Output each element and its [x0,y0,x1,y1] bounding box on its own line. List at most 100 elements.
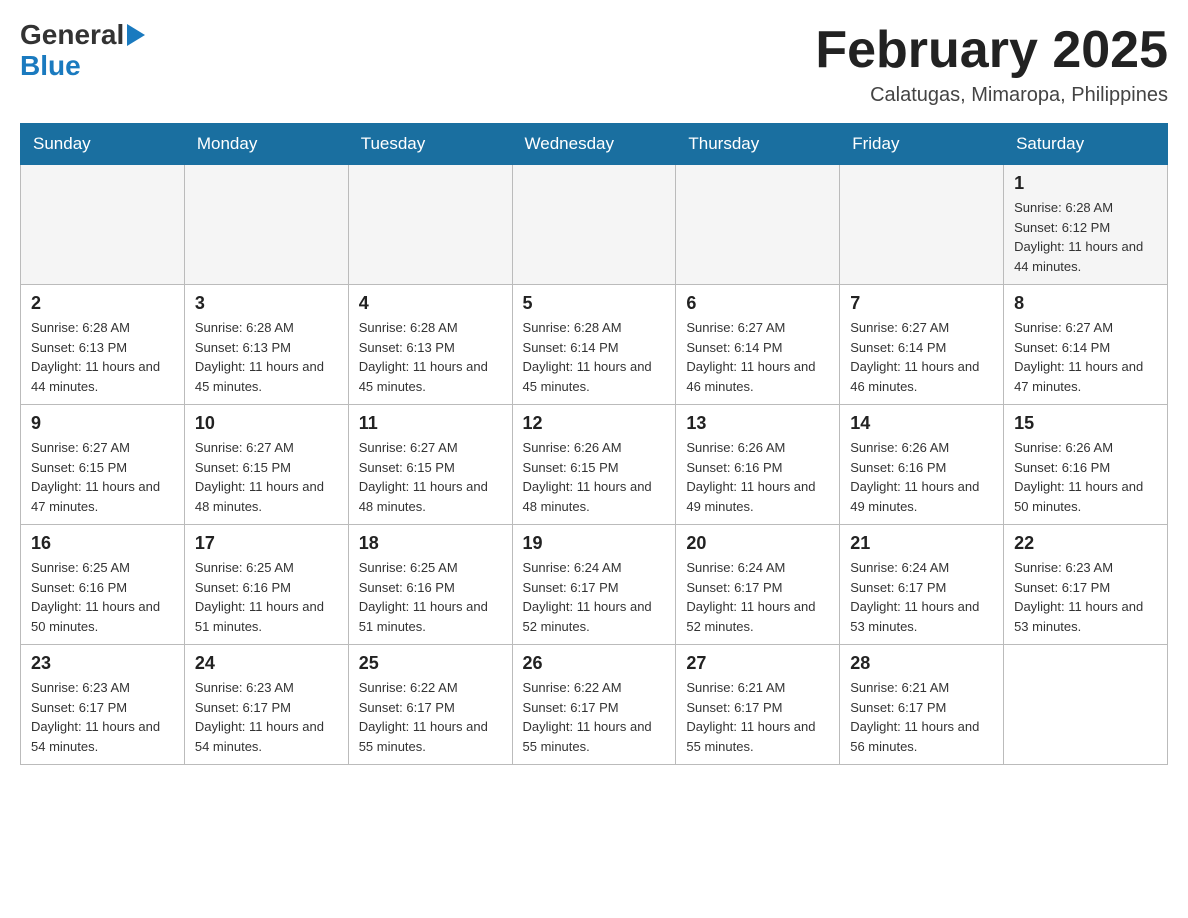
day-info: Sunrise: 6:27 AM Sunset: 6:14 PM Dayligh… [1014,318,1157,396]
table-row [1004,645,1168,765]
page-header: General Blue February 2025 Calatugas, Mi… [20,20,1168,107]
day-info: Sunrise: 6:25 AM Sunset: 6:16 PM Dayligh… [359,558,502,636]
day-info: Sunrise: 6:26 AM Sunset: 6:16 PM Dayligh… [850,438,993,516]
day-number: 24 [195,653,338,674]
day-info: Sunrise: 6:24 AM Sunset: 6:17 PM Dayligh… [523,558,666,636]
day-info: Sunrise: 6:25 AM Sunset: 6:16 PM Dayligh… [31,558,174,636]
calendar-week-row: 23 Sunrise: 6:23 AM Sunset: 6:17 PM Dayli… [21,645,1168,765]
day-number: 11 [359,413,502,434]
day-number: 15 [1014,413,1157,434]
logo: General Blue [20,20,145,82]
table-row: 21 Sunrise: 6:24 AM Sunset: 6:17 PM Dayli… [840,525,1004,645]
day-info: Sunrise: 6:23 AM Sunset: 6:17 PM Dayligh… [31,678,174,756]
day-number: 19 [523,533,666,554]
logo-blue-text: Blue [20,51,145,82]
day-info: Sunrise: 6:24 AM Sunset: 6:17 PM Dayligh… [686,558,829,636]
day-number: 20 [686,533,829,554]
calendar-week-row: 9Sunrise: 6:27 AM Sunset: 6:15 PM Daylig… [21,405,1168,525]
table-row [512,165,676,285]
table-row: 4Sunrise: 6:28 AM Sunset: 6:13 PM Daylig… [348,285,512,405]
day-info: Sunrise: 6:26 AM Sunset: 6:16 PM Dayligh… [686,438,829,516]
day-number: 12 [523,413,666,434]
day-info: Sunrise: 6:22 AM Sunset: 6:17 PM Dayligh… [523,678,666,756]
table-row: 6 Sunrise: 6:27 AM Sunset: 6:14 PM Daylig… [676,285,840,405]
day-info: Sunrise: 6:27 AM Sunset: 6:15 PM Dayligh… [195,438,338,516]
table-row: 28 Sunrise: 6:21 AM Sunset: 6:17 PM Dayli… [840,645,1004,765]
header-tuesday: Tuesday [348,124,512,165]
day-info: Sunrise: 6:28 AM Sunset: 6:13 PM Dayligh… [31,318,174,396]
table-row: 1Sunrise: 6:28 AM Sunset: 6:12 PM Daylig… [1004,165,1168,285]
day-info: Sunrise: 6:26 AM Sunset: 6:16 PM Dayligh… [1014,438,1157,516]
day-number: 17 [195,533,338,554]
table-row: 14 Sunrise: 6:26 AM Sunset: 6:16 PM Dayli… [840,405,1004,525]
calendar-table: Sunday Monday Tuesday Wednesday Thursday… [20,123,1168,765]
table-row: 8 Sunrise: 6:27 AM Sunset: 6:14 PM Daylig… [1004,285,1168,405]
calendar-week-row: 16 Sunrise: 6:25 AM Sunset: 6:16 PM Dayli… [21,525,1168,645]
day-number: 7 [850,293,993,314]
day-number: 1 [1014,173,1157,194]
day-number: 8 [1014,293,1157,314]
header-saturday: Saturday [1004,124,1168,165]
day-info: Sunrise: 6:27 AM Sunset: 6:14 PM Dayligh… [686,318,829,396]
table-row [840,165,1004,285]
table-row: 16 Sunrise: 6:25 AM Sunset: 6:16 PM Dayli… [21,525,185,645]
header-sunday: Sunday [21,124,185,165]
table-row: 20 Sunrise: 6:24 AM Sunset: 6:17 PM Dayli… [676,525,840,645]
day-info: Sunrise: 6:23 AM Sunset: 6:17 PM Dayligh… [195,678,338,756]
calendar-week-row: 2 Sunrise: 6:28 AM Sunset: 6:13 PM Daylig… [21,285,1168,405]
day-info: Sunrise: 6:21 AM Sunset: 6:17 PM Dayligh… [850,678,993,756]
day-info: Sunrise: 6:24 AM Sunset: 6:17 PM Dayligh… [850,558,993,636]
table-row: 25 Sunrise: 6:22 AM Sunset: 6:17 PM Dayli… [348,645,512,765]
month-title: February 2025 [815,20,1168,80]
logo-arrow-icon [127,24,145,46]
table-row: 10 Sunrise: 6:27 AM Sunset: 6:15 PM Dayli… [184,405,348,525]
day-info: Sunrise: 6:28 AM Sunset: 6:13 PM Dayligh… [195,318,338,396]
table-row: 17 Sunrise: 6:25 AM Sunset: 6:16 PM Dayli… [184,525,348,645]
table-row: 12Sunrise: 6:26 AM Sunset: 6:15 PM Dayli… [512,405,676,525]
day-number: 3 [195,293,338,314]
table-row: 18 Sunrise: 6:25 AM Sunset: 6:16 PM Dayli… [348,525,512,645]
day-info: Sunrise: 6:25 AM Sunset: 6:16 PM Dayligh… [195,558,338,636]
table-row [348,165,512,285]
day-number: 28 [850,653,993,674]
day-info: Sunrise: 6:27 AM Sunset: 6:15 PM Dayligh… [359,438,502,516]
table-row: 26 Sunrise: 6:22 AM Sunset: 6:17 PM Dayli… [512,645,676,765]
table-row: 15 Sunrise: 6:26 AM Sunset: 6:16 PM Dayli… [1004,405,1168,525]
table-row: 5 Sunrise: 6:28 AM Sunset: 6:14 PM Daylig… [512,285,676,405]
day-info: Sunrise: 6:23 AM Sunset: 6:17 PM Dayligh… [1014,558,1157,636]
day-number: 26 [523,653,666,674]
day-number: 25 [359,653,502,674]
day-number: 4 [359,293,502,314]
table-row: 13 Sunrise: 6:26 AM Sunset: 6:16 PM Dayli… [676,405,840,525]
table-row: 11 Sunrise: 6:27 AM Sunset: 6:15 PM Dayli… [348,405,512,525]
table-row: 24 Sunrise: 6:23 AM Sunset: 6:17 PM Dayli… [184,645,348,765]
day-number: 13 [686,413,829,434]
title-block: February 2025 Calatugas, Mimaropa, Phili… [815,20,1168,107]
day-info: Sunrise: 6:22 AM Sunset: 6:17 PM Dayligh… [359,678,502,756]
day-number: 2 [31,293,174,314]
weekday-header-row: Sunday Monday Tuesday Wednesday Thursday… [21,124,1168,165]
day-number: 21 [850,533,993,554]
day-info: Sunrise: 6:21 AM Sunset: 6:17 PM Dayligh… [686,678,829,756]
day-number: 16 [31,533,174,554]
table-row: 2 Sunrise: 6:28 AM Sunset: 6:13 PM Daylig… [21,285,185,405]
table-row [676,165,840,285]
day-number: 18 [359,533,502,554]
logo-general-line: General [20,20,145,51]
day-info: Sunrise: 6:27 AM Sunset: 6:15 PM Dayligh… [31,438,174,516]
day-number: 23 [31,653,174,674]
location-title: Calatugas, Mimaropa, Philippines [815,84,1168,107]
day-number: 27 [686,653,829,674]
table-row [21,165,185,285]
table-row: 19 Sunrise: 6:24 AM Sunset: 6:17 PM Dayli… [512,525,676,645]
header-friday: Friday [840,124,1004,165]
day-number: 6 [686,293,829,314]
day-info: Sunrise: 6:28 AM Sunset: 6:14 PM Dayligh… [523,318,666,396]
day-number: 5 [523,293,666,314]
day-number: 14 [850,413,993,434]
header-wednesday: Wednesday [512,124,676,165]
day-number: 10 [195,413,338,434]
day-info: Sunrise: 6:27 AM Sunset: 6:14 PM Dayligh… [850,318,993,396]
table-row: 22Sunrise: 6:23 AM Sunset: 6:17 PM Dayli… [1004,525,1168,645]
table-row: 3 Sunrise: 6:28 AM Sunset: 6:13 PM Daylig… [184,285,348,405]
